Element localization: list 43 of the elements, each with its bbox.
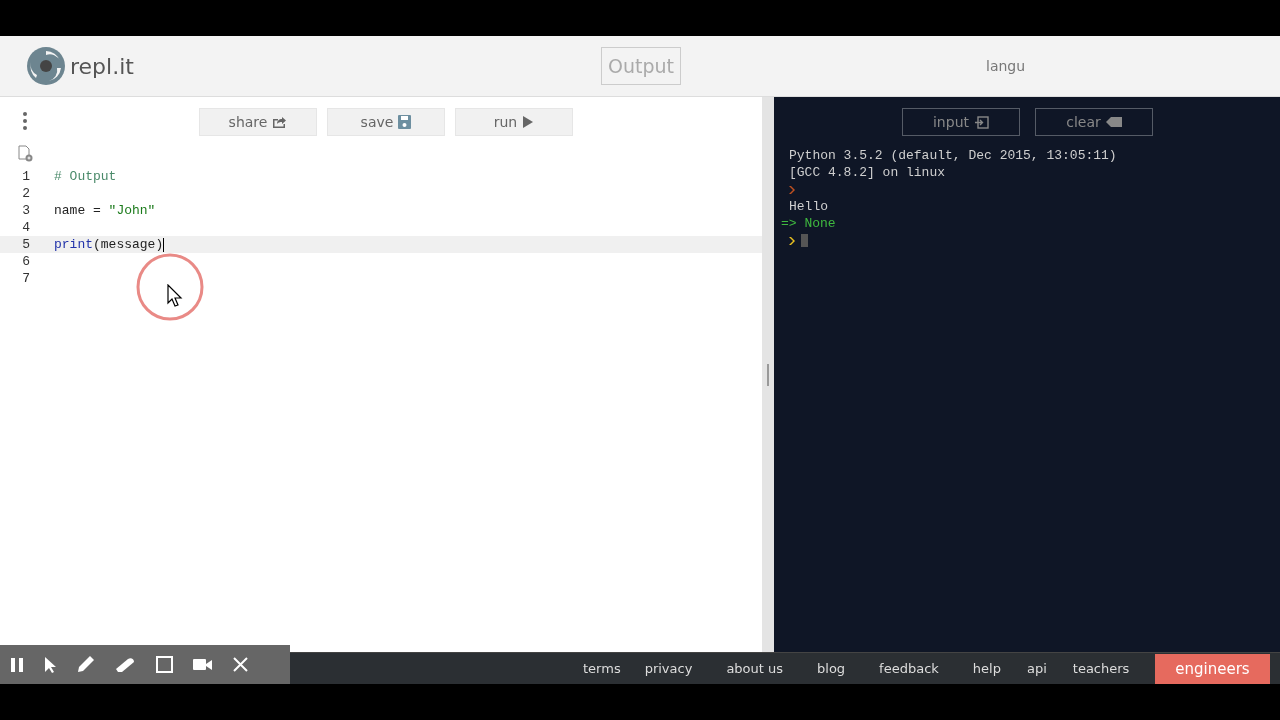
- footer-link[interactable]: blog: [817, 661, 846, 676]
- footer-link[interactable]: about us: [726, 661, 784, 676]
- backspace-icon: [1105, 116, 1122, 128]
- square-icon[interactable]: [156, 656, 173, 673]
- pause-icon[interactable]: [10, 657, 24, 672]
- pointer-icon[interactable]: [44, 656, 58, 673]
- more-vertical-icon: [22, 111, 28, 131]
- footer-link[interactable]: feedback: [879, 661, 939, 676]
- pencil-icon[interactable]: [78, 655, 96, 674]
- footer-link[interactable]: terms: [583, 661, 621, 676]
- video-camera-icon[interactable]: [193, 657, 213, 672]
- splitter-handle[interactable]: [767, 363, 769, 386]
- code-line: 2: [21, 185, 31, 202]
- eraser-icon[interactable]: [116, 655, 136, 674]
- console-text: Python 3.5.2 (default, Dec 2015, 13:05:11): [789, 148, 1117, 163]
- code-line: 7: [21, 270, 31, 287]
- run-button[interactable]: run: [455, 108, 573, 136]
- cursor-highlight-icon: [136, 253, 206, 323]
- clear-button[interactable]: clear: [1035, 108, 1153, 136]
- language-label: langu: [986, 58, 1026, 74]
- input-button[interactable]: input: [902, 108, 1020, 136]
- result-text: => None: [781, 216, 836, 231]
- add-file-icon: [17, 145, 33, 162]
- console-text: Hello: [789, 199, 828, 214]
- console-text: [GCC 4.8.2] on linux: [789, 165, 946, 180]
- mouse-pointer-icon: [167, 284, 183, 308]
- close-icon[interactable]: [233, 657, 248, 672]
- footer-link[interactable]: api: [1026, 661, 1047, 676]
- code-line: 1 # Output: [21, 168, 118, 185]
- input-icon: [974, 115, 989, 129]
- share-icon: [272, 115, 288, 129]
- code-line: 3 name = "John": [21, 202, 157, 219]
- terminal-cursor: [801, 234, 808, 247]
- code-line: 4: [21, 219, 31, 236]
- code-line: 6: [21, 253, 31, 270]
- save-button[interactable]: save: [327, 108, 445, 136]
- swirl-logo-icon: [26, 46, 66, 86]
- footer-link[interactable]: help: [972, 661, 1001, 676]
- logo-text: repl.it: [70, 53, 134, 79]
- share-button[interactable]: share: [199, 108, 317, 136]
- footer-link[interactable]: teachers: [1072, 661, 1130, 676]
- footer-link[interactable]: privacy: [644, 661, 693, 676]
- play-icon: [522, 115, 535, 129]
